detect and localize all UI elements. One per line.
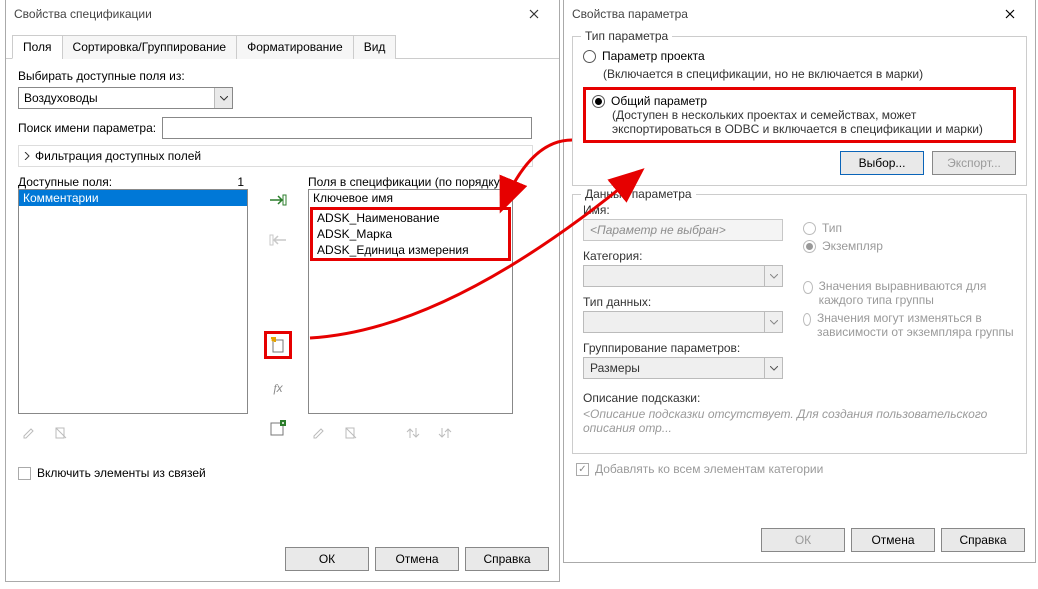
help-button[interactable]: Справка [941,528,1025,552]
help-button[interactable]: Справка [465,547,549,571]
list-item[interactable]: ADSK_Наименование [313,210,508,226]
chevron-right-icon [23,152,31,160]
available-label: Доступные поля: [18,175,112,189]
category-combo[interactable]: Воздуховоды [18,87,233,109]
available-count: 1 [237,175,248,189]
datatype-label: Тип данных: [583,295,793,309]
select-button[interactable]: Выбор... [840,151,924,175]
radio-project-param[interactable] [583,50,596,63]
search-label: Поиск имени параметра: [18,121,156,135]
titlebar[interactable]: Свойства спецификации [6,0,559,28]
tab-sort[interactable]: Сортировка/Группирование [62,35,238,59]
category-label: Категория: [583,249,793,263]
radio-type [803,222,816,235]
include-linked-checkbox[interactable] [18,467,31,480]
tabs: Поля Сортировка/Группирование Форматиров… [6,28,559,59]
search-input[interactable] [162,117,532,139]
cancel-button[interactable]: Отмена [851,528,935,552]
add-to-all-checkbox [576,463,589,476]
edit-icon[interactable] [308,422,330,444]
move-up-icon[interactable] [402,422,424,444]
edit-icon[interactable] [18,422,40,444]
scheduled-label: Поля в спецификации (по порядку): [308,175,513,189]
list-item[interactable]: ADSK_Единица измерения [313,242,508,258]
fx-icon[interactable]: fx [267,377,289,399]
radio-shared-label: Общий параметр [611,94,707,108]
ok-button: ОК [761,528,845,552]
delete-icon[interactable] [50,422,72,444]
radio-align-group [803,281,813,294]
radio-project-label: Параметр проекта [602,49,705,63]
radio-instance [803,240,816,253]
radio-vary-group [803,313,811,326]
ok-button[interactable]: ОК [285,547,369,571]
param-data-group: Данные параметра Имя: <Параметр не выбра… [572,194,1027,454]
available-list[interactable]: Комментарии [18,189,248,414]
list-item[interactable]: Комментарии [19,190,247,206]
radio-shared-param[interactable] [592,95,605,108]
list-item[interactable]: Ключевое имя [309,190,512,206]
project-desc: (Включается в спецификации, но не включа… [603,67,1016,81]
category-select [583,265,783,287]
move-down-icon[interactable] [434,422,456,444]
delete-icon[interactable] [340,422,362,444]
shared-desc: (Доступен в нескольких проектах и семейс… [612,108,1007,136]
add-field-icon[interactable] [267,189,289,211]
name-input: <Параметр не выбран> [583,219,783,241]
include-linked-label: Включить элементы из связей [37,466,206,480]
tab-view[interactable]: Вид [353,35,397,59]
new-parameter-icon[interactable] [264,331,292,359]
filter-label: Фильтрация доступных полей [35,149,201,163]
category-value: Воздуховоды [24,91,98,105]
titlebar[interactable]: Свойства параметра [564,0,1035,28]
add-to-all-label: Добавлять ко всем элементам категории [595,462,823,476]
remove-field-icon[interactable] [267,229,289,251]
tab-fields[interactable]: Поля [12,35,63,59]
close-icon[interactable] [517,3,551,25]
scheduled-list[interactable]: Ключевое имя ADSK_Наименование ADSK_Марк… [308,189,513,414]
param-type-group: Тип параметра Параметр проекта (Включает… [572,36,1027,186]
parameter-properties-dialog: Свойства параметра Тип параметра Парамет… [563,0,1036,563]
chevron-down-icon [214,88,232,108]
group-label: Данные параметра [581,187,696,201]
close-icon[interactable] [993,3,1027,25]
tab-format[interactable]: Форматирование [236,35,354,59]
dialog-title: Свойства спецификации [14,7,517,21]
combine-icon[interactable] [267,417,289,439]
list-item[interactable]: ADSK_Марка [313,226,508,242]
group-label-2: Группирование параметров: [583,341,793,355]
datatype-select [583,311,783,333]
export-button: Экспорт... [932,151,1016,175]
schedule-properties-dialog: Свойства спецификации Поля Сортировка/Гр… [5,0,560,582]
tooltip-label: Описание подсказки: [583,391,1016,405]
tooltip-placeholder: <Описание подсказки отсутствует. Для соз… [583,407,1016,435]
name-label: Имя: [583,203,793,217]
filter-toggle[interactable]: Фильтрация доступных полей [18,145,533,167]
dialog-title: Свойства параметра [572,7,993,21]
select-from-label: Выбирать доступные поля из: [18,69,547,83]
group-select[interactable]: Размеры [583,357,783,379]
group-label: Тип параметра [581,29,672,43]
cancel-button[interactable]: Отмена [375,547,459,571]
